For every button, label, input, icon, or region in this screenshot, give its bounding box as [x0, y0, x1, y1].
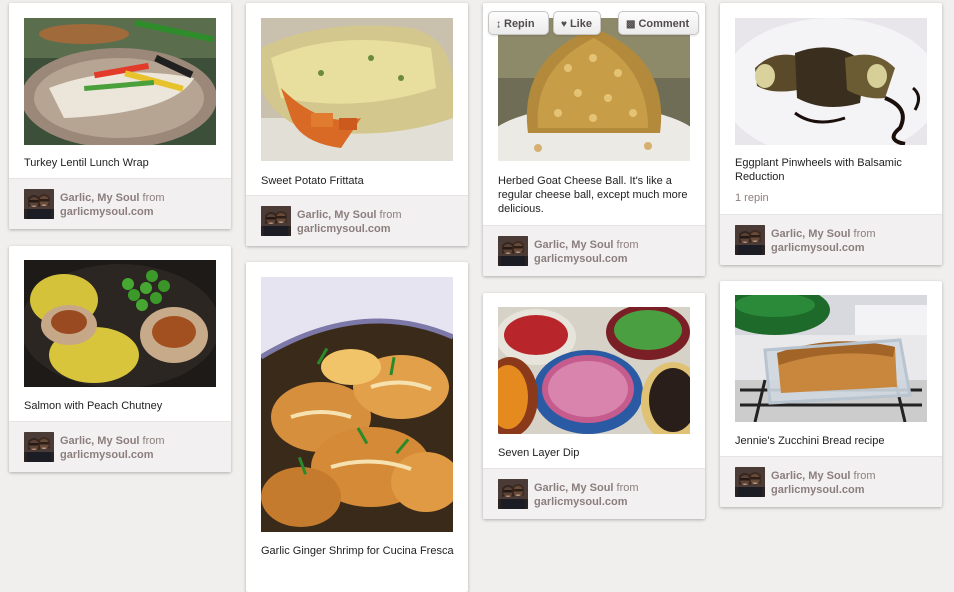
from-label: from — [853, 470, 876, 482]
avatar[interactable] — [261, 206, 291, 236]
pin-description: Seven Layer Dip — [498, 447, 580, 459]
pin-image[interactable] — [498, 307, 690, 434]
pin-description: Jennie's Zucchini Bread recipe — [735, 435, 885, 447]
pinner-link[interactable]: Garlic, My Soul — [297, 209, 376, 221]
pinner-link[interactable]: Garlic, My Soul — [534, 482, 613, 494]
avatar[interactable] — [498, 479, 528, 509]
pin-attribution: Garlic, My Soul from garlicmysoul.com — [720, 456, 942, 507]
attribution-text: Garlic, My Soul from garlicmysoul.com — [297, 208, 402, 236]
pin-card[interactable]: Salmon with Peach Chutney Garlic, My Sou… — [9, 246, 231, 472]
from-label: from — [616, 482, 639, 494]
attribution-text: Garlic, My Soul from garlicmysoul.com — [771, 227, 876, 255]
pin-description: Garlic Ginger Shrimp for Cucina Fresca — [261, 545, 454, 557]
pinner-link[interactable]: Garlic, My Soul — [534, 239, 613, 251]
pin-description: Salmon with Peach Chutney — [24, 400, 163, 412]
pin-card[interactable]: Herbed Goat Cheese Ball. It's like a reg… — [483, 3, 705, 276]
pin-image[interactable] — [24, 18, 216, 145]
from-label: from — [379, 209, 402, 221]
speech-bubble-icon: ▩ — [626, 19, 636, 30]
pin-attribution: Garlic, My Soul from garlicmysoul.com — [9, 178, 231, 229]
attribution-text: Garlic, My Soul from garlicmysoul.com — [60, 434, 165, 462]
pin-card[interactable]: Eggplant Pinwheels with Balsamic Reducti… — [720, 3, 942, 265]
from-label: from — [142, 435, 165, 447]
pin-description: Sweet Potato Frittata — [261, 175, 364, 187]
source-link[interactable]: garlicmysoul.com — [60, 206, 154, 218]
pin-attribution: Garlic, My Soul from garlicmysoul.com — [483, 468, 705, 519]
pin-description: Eggplant Pinwheels with Balsamic Reducti… — [735, 157, 902, 183]
source-link[interactable]: garlicmysoul.com — [297, 223, 391, 235]
pin-description: Turkey Lentil Lunch Wrap — [24, 157, 149, 169]
from-label: from — [142, 192, 165, 204]
pin-attribution: Garlic, My Soul from garlicmysoul.com — [246, 195, 468, 246]
avatar[interactable] — [24, 189, 54, 219]
attribution-text: Garlic, My Soul from garlicmysoul.com — [534, 238, 639, 266]
avatar[interactable] — [735, 225, 765, 255]
pin-attribution: Garlic, My Soul from garlicmysoul.com — [483, 225, 705, 276]
pin-description: Herbed Goat Cheese Ball. It's like a reg… — [498, 175, 688, 215]
pinner-link[interactable]: Garlic, My Soul — [60, 192, 139, 204]
attribution-text: Garlic, My Soul from garlicmysoul.com — [60, 191, 165, 219]
from-label: from — [853, 228, 876, 240]
pin-card[interactable]: Seven Layer Dip Garlic, My Soul from gar… — [483, 293, 705, 519]
pin-image[interactable] — [498, 18, 690, 161]
like-button[interactable]: ♥ Like — [553, 11, 601, 35]
source-link[interactable]: garlicmysoul.com — [534, 496, 628, 508]
pin-image[interactable] — [735, 18, 927, 145]
pin-icon: ↨ — [496, 19, 501, 30]
source-link[interactable]: garlicmysoul.com — [534, 253, 628, 265]
source-link[interactable]: garlicmysoul.com — [60, 449, 154, 461]
pin-image[interactable] — [261, 277, 453, 532]
from-label: from — [616, 239, 639, 251]
repin-button[interactable]: ↨ Repin — [488, 11, 549, 35]
pin-card[interactable]: Jennie's Zucchini Bread recipe Garlic, M… — [720, 281, 942, 507]
repin-count[interactable]: 1 repin — [735, 192, 769, 204]
attribution-text: Garlic, My Soul from garlicmysoul.com — [771, 469, 876, 497]
attribution-text: Garlic, My Soul from garlicmysoul.com — [534, 481, 639, 509]
pinner-link[interactable]: Garlic, My Soul — [771, 228, 850, 240]
pin-card[interactable]: Sweet Potato Frittata Garlic, My Soul fr… — [246, 3, 468, 246]
pin-attribution: Garlic, My Soul from garlicmysoul.com — [720, 214, 942, 265]
pin-card[interactable]: Turkey Lentil Lunch Wrap Garlic, My Soul… — [9, 3, 231, 229]
pin-image[interactable] — [24, 260, 216, 387]
source-link[interactable]: garlicmysoul.com — [771, 484, 865, 496]
avatar[interactable] — [24, 432, 54, 462]
source-link[interactable]: garlicmysoul.com — [771, 242, 865, 254]
pin-card[interactable]: Garlic Ginger Shrimp for Cucina Fresca — [246, 262, 468, 592]
heart-icon: ♥ — [561, 19, 567, 30]
comment-button[interactable]: ▩ Comment — [618, 11, 699, 35]
pin-image[interactable] — [261, 18, 453, 161]
avatar[interactable] — [498, 236, 528, 266]
avatar[interactable] — [735, 467, 765, 497]
pin-attribution: Garlic, My Soul from garlicmysoul.com — [9, 421, 231, 472]
pin-image[interactable] — [735, 295, 927, 422]
pinner-link[interactable]: Garlic, My Soul — [60, 435, 139, 447]
pinner-link[interactable]: Garlic, My Soul — [771, 470, 850, 482]
